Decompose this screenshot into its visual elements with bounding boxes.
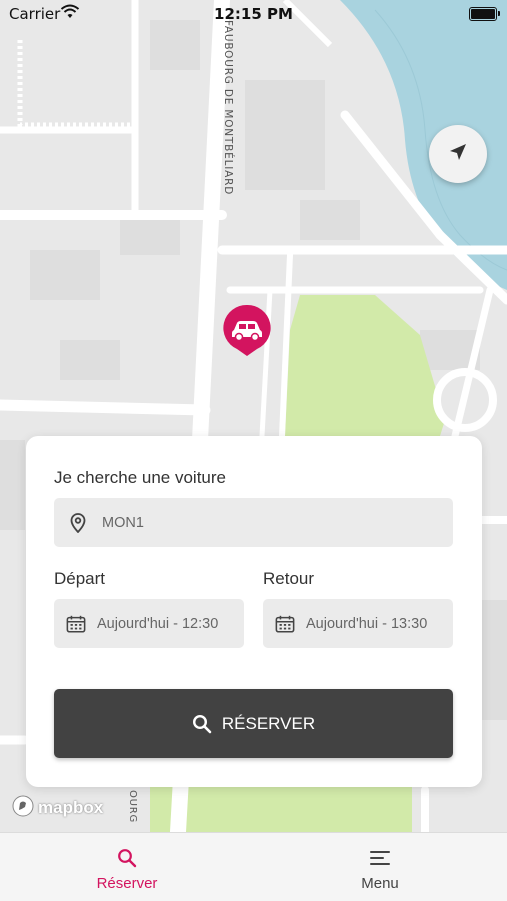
reserve-button[interactable]: RÉSERVER xyxy=(54,689,453,758)
status-bar: Carrier 12:15 PM xyxy=(0,0,507,28)
tab-menu-label: Menu xyxy=(361,875,399,892)
retour-field[interactable]: Aujourd'hui - 13:30 xyxy=(263,599,453,648)
car-marker[interactable] xyxy=(222,303,272,357)
tab-menu[interactable]: Menu xyxy=(310,833,450,901)
locate-button[interactable] xyxy=(429,125,487,183)
search-icon xyxy=(192,714,212,734)
reserve-button-label: RÉSERVER xyxy=(221,713,316,733)
retour-value: Aujourd'hui - 13:30 xyxy=(306,615,428,632)
retour-label: Retour xyxy=(263,569,315,588)
mapbox-label: mapbox xyxy=(38,798,104,817)
status-time: 12:15 PM xyxy=(214,5,293,23)
menu-icon xyxy=(369,847,391,869)
calendar-icon xyxy=(275,614,295,634)
navigation-arrow-icon xyxy=(447,141,469,167)
street-label-bottom: OURG xyxy=(127,790,138,824)
location-field[interactable]: MON1 xyxy=(54,498,453,547)
depart-value: Aujourd'hui - 12:30 xyxy=(97,615,219,632)
booking-card: Je cherche une voiture MON1 Départ Retou… xyxy=(26,436,482,787)
mapbox-icon xyxy=(11,794,35,823)
tab-reserver[interactable]: Réserver xyxy=(57,833,197,901)
street-label: FAUBOURG DE MONTBÉLIARD xyxy=(222,20,234,196)
battery-icon xyxy=(469,7,500,21)
depart-field[interactable]: Aujourd'hui - 12:30 xyxy=(54,599,244,648)
depart-label: Départ xyxy=(54,569,106,588)
search-icon xyxy=(117,847,137,869)
location-pin-icon xyxy=(68,512,88,533)
car-icon xyxy=(223,304,271,356)
calendar-icon xyxy=(66,614,86,634)
mapbox-logo[interactable]: mapbox xyxy=(11,794,104,823)
tab-reserver-label: Réserver xyxy=(96,875,158,892)
card-title: Je cherche une voiture xyxy=(54,468,226,487)
location-value: MON1 xyxy=(102,514,144,531)
tab-bar: Réserver Menu xyxy=(0,832,507,901)
